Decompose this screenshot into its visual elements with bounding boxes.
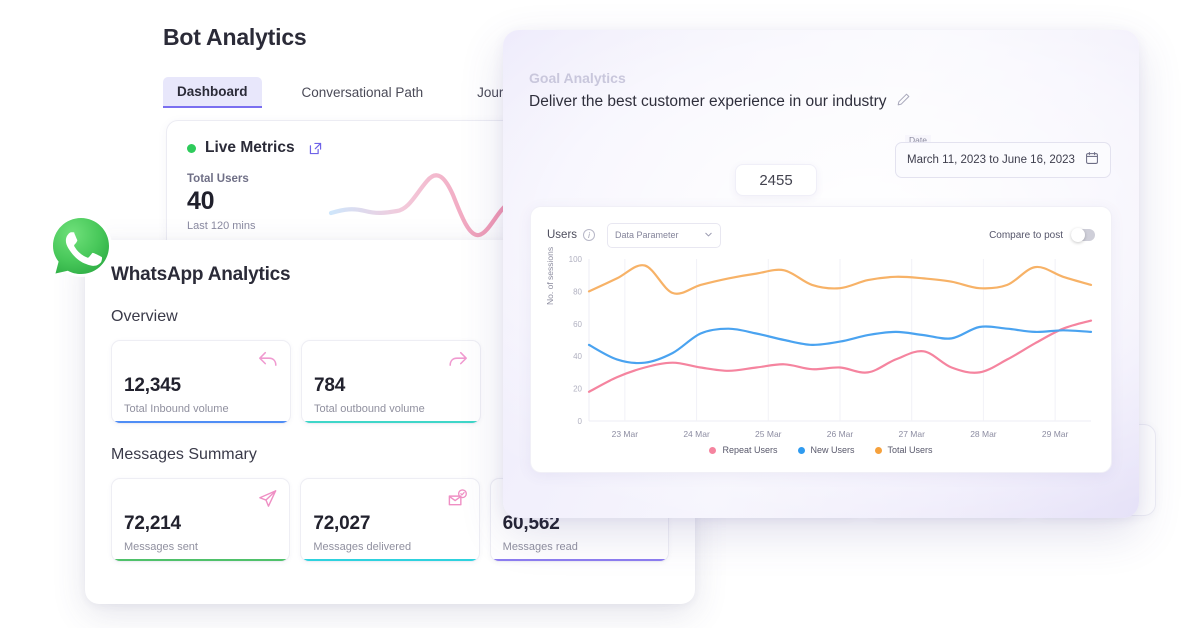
svg-text:28 Mar: 28 Mar [970, 429, 997, 439]
date-range-value: March 11, 2023 to June 16, 2023 [907, 154, 1075, 166]
svg-text:29 Mar: 29 Mar [1042, 429, 1069, 439]
calendar-icon[interactable] [1085, 151, 1099, 170]
date-range-field[interactable]: March 11, 2023 to June 16, 2023 [895, 142, 1111, 178]
chart-metric-label: Users [547, 229, 578, 241]
legend-label: New Users [810, 445, 855, 455]
chart-y-axis-label: No. of sessions [545, 246, 555, 305]
kpi-value: 72,027 [313, 513, 371, 534]
goal-count-badge: 2455 [735, 164, 817, 196]
send-plane-icon [257, 488, 278, 514]
chevron-down-icon [704, 230, 713, 241]
legend-item-new-users[interactable]: New Users [797, 445, 855, 455]
users-line-chart: 0 20 40 60 80 100 23 Mar 24 Mar 25 Mar 26 Mar 27 M… [569, 255, 1093, 439]
kpi-accent-bar [112, 420, 290, 423]
kpi-accent-bar [301, 558, 479, 561]
svg-text:23 Mar: 23 Mar [612, 429, 639, 439]
chart-plot-area: No. of sessions 0 20 40 60 80 100 23 Mar 24 Mar… [545, 247, 1095, 443]
svg-text:80: 80 [573, 287, 582, 296]
compare-to-post-toggle[interactable] [1071, 228, 1095, 242]
green-dot-icon [187, 143, 196, 153]
screenshot-root: Bot Analytics Dashboard Conversational P… [0, 0, 1200, 628]
svg-text:60: 60 [573, 320, 582, 329]
svg-text:100: 100 [569, 255, 583, 264]
compare-to-post-control[interactable]: Compare to post [989, 228, 1095, 242]
svg-text:25 Mar: 25 Mar [755, 429, 782, 439]
kpi-caption: Messages read [502, 541, 578, 553]
legend-swatch [797, 446, 805, 454]
svg-text:20: 20 [573, 385, 582, 394]
forward-arrow-icon [447, 350, 469, 375]
external-link-icon[interactable] [308, 141, 323, 156]
kpi-value: 784 [314, 375, 346, 396]
kpi-total-outbound-volume[interactable]: 784 Total outbound volume [301, 340, 481, 424]
kpi-accent-bar [112, 558, 290, 561]
svg-text:24 Mar: 24 Mar [683, 429, 710, 439]
legend-label: Total Users [887, 445, 933, 455]
kpi-caption: Total Inbound volume [124, 403, 229, 415]
goal-headline: Deliver the best customer experience in … [529, 93, 887, 110]
live-metrics-title: Live Metrics [205, 139, 295, 156]
svg-text:40: 40 [573, 352, 582, 361]
kpi-accent-bar [302, 420, 480, 423]
reply-arrow-icon [257, 350, 279, 375]
info-circle-icon[interactable]: i [583, 229, 596, 241]
chart-toolbar: Users i Data Parameter Compare to post [547, 221, 1095, 249]
kpi-caption: Messages delivered [313, 541, 412, 553]
goal-analytics-kicker: Goal Analytics [529, 70, 626, 86]
kpi-messages-delivered[interactable]: 72,027 Messages delivered [300, 478, 480, 562]
goal-analytics-panel: Goal Analytics Deliver the best customer… [503, 30, 1139, 518]
compare-to-post-label: Compare to post [989, 229, 1063, 241]
goal-headline-row: Deliver the best customer experience in … [529, 92, 1115, 112]
legend-item-repeat-users[interactable]: Repeat Users [709, 445, 778, 455]
tab-conversational-path[interactable]: Conversational Path [288, 78, 438, 107]
data-parameter-select[interactable]: Data Parameter [607, 222, 722, 248]
kpi-messages-sent[interactable]: 72,214 Messages sent [111, 478, 291, 562]
data-parameter-value: Data Parameter [615, 230, 679, 240]
legend-swatch [874, 446, 882, 454]
pencil-edit-icon[interactable] [896, 92, 911, 112]
kpi-total-inbound-volume[interactable]: 12,345 Total Inbound volume [111, 340, 291, 424]
tab-dashboard[interactable]: Dashboard [163, 77, 262, 108]
chart-legend: Repeat Users New Users Total Users [547, 445, 1095, 455]
svg-text:26 Mar: 26 Mar [827, 429, 854, 439]
legend-swatch [709, 446, 717, 454]
svg-text:0: 0 [578, 417, 583, 426]
kpi-value: 72,214 [124, 513, 181, 534]
svg-text:27 Mar: 27 Mar [898, 429, 925, 439]
mail-check-icon [447, 488, 468, 514]
legend-label: Repeat Users [722, 445, 778, 455]
legend-item-total-users[interactable]: Total Users [874, 445, 933, 455]
kpi-value: 12,345 [124, 375, 181, 396]
kpi-caption: Messages sent [124, 541, 198, 553]
kpi-caption: Total outbound volume [314, 403, 425, 415]
whatsapp-logo-icon [47, 212, 115, 280]
toggle-knob [1071, 228, 1085, 242]
kpi-accent-bar [490, 558, 668, 561]
users-chart-card: Users i Data Parameter Compare to post N… [530, 206, 1112, 473]
